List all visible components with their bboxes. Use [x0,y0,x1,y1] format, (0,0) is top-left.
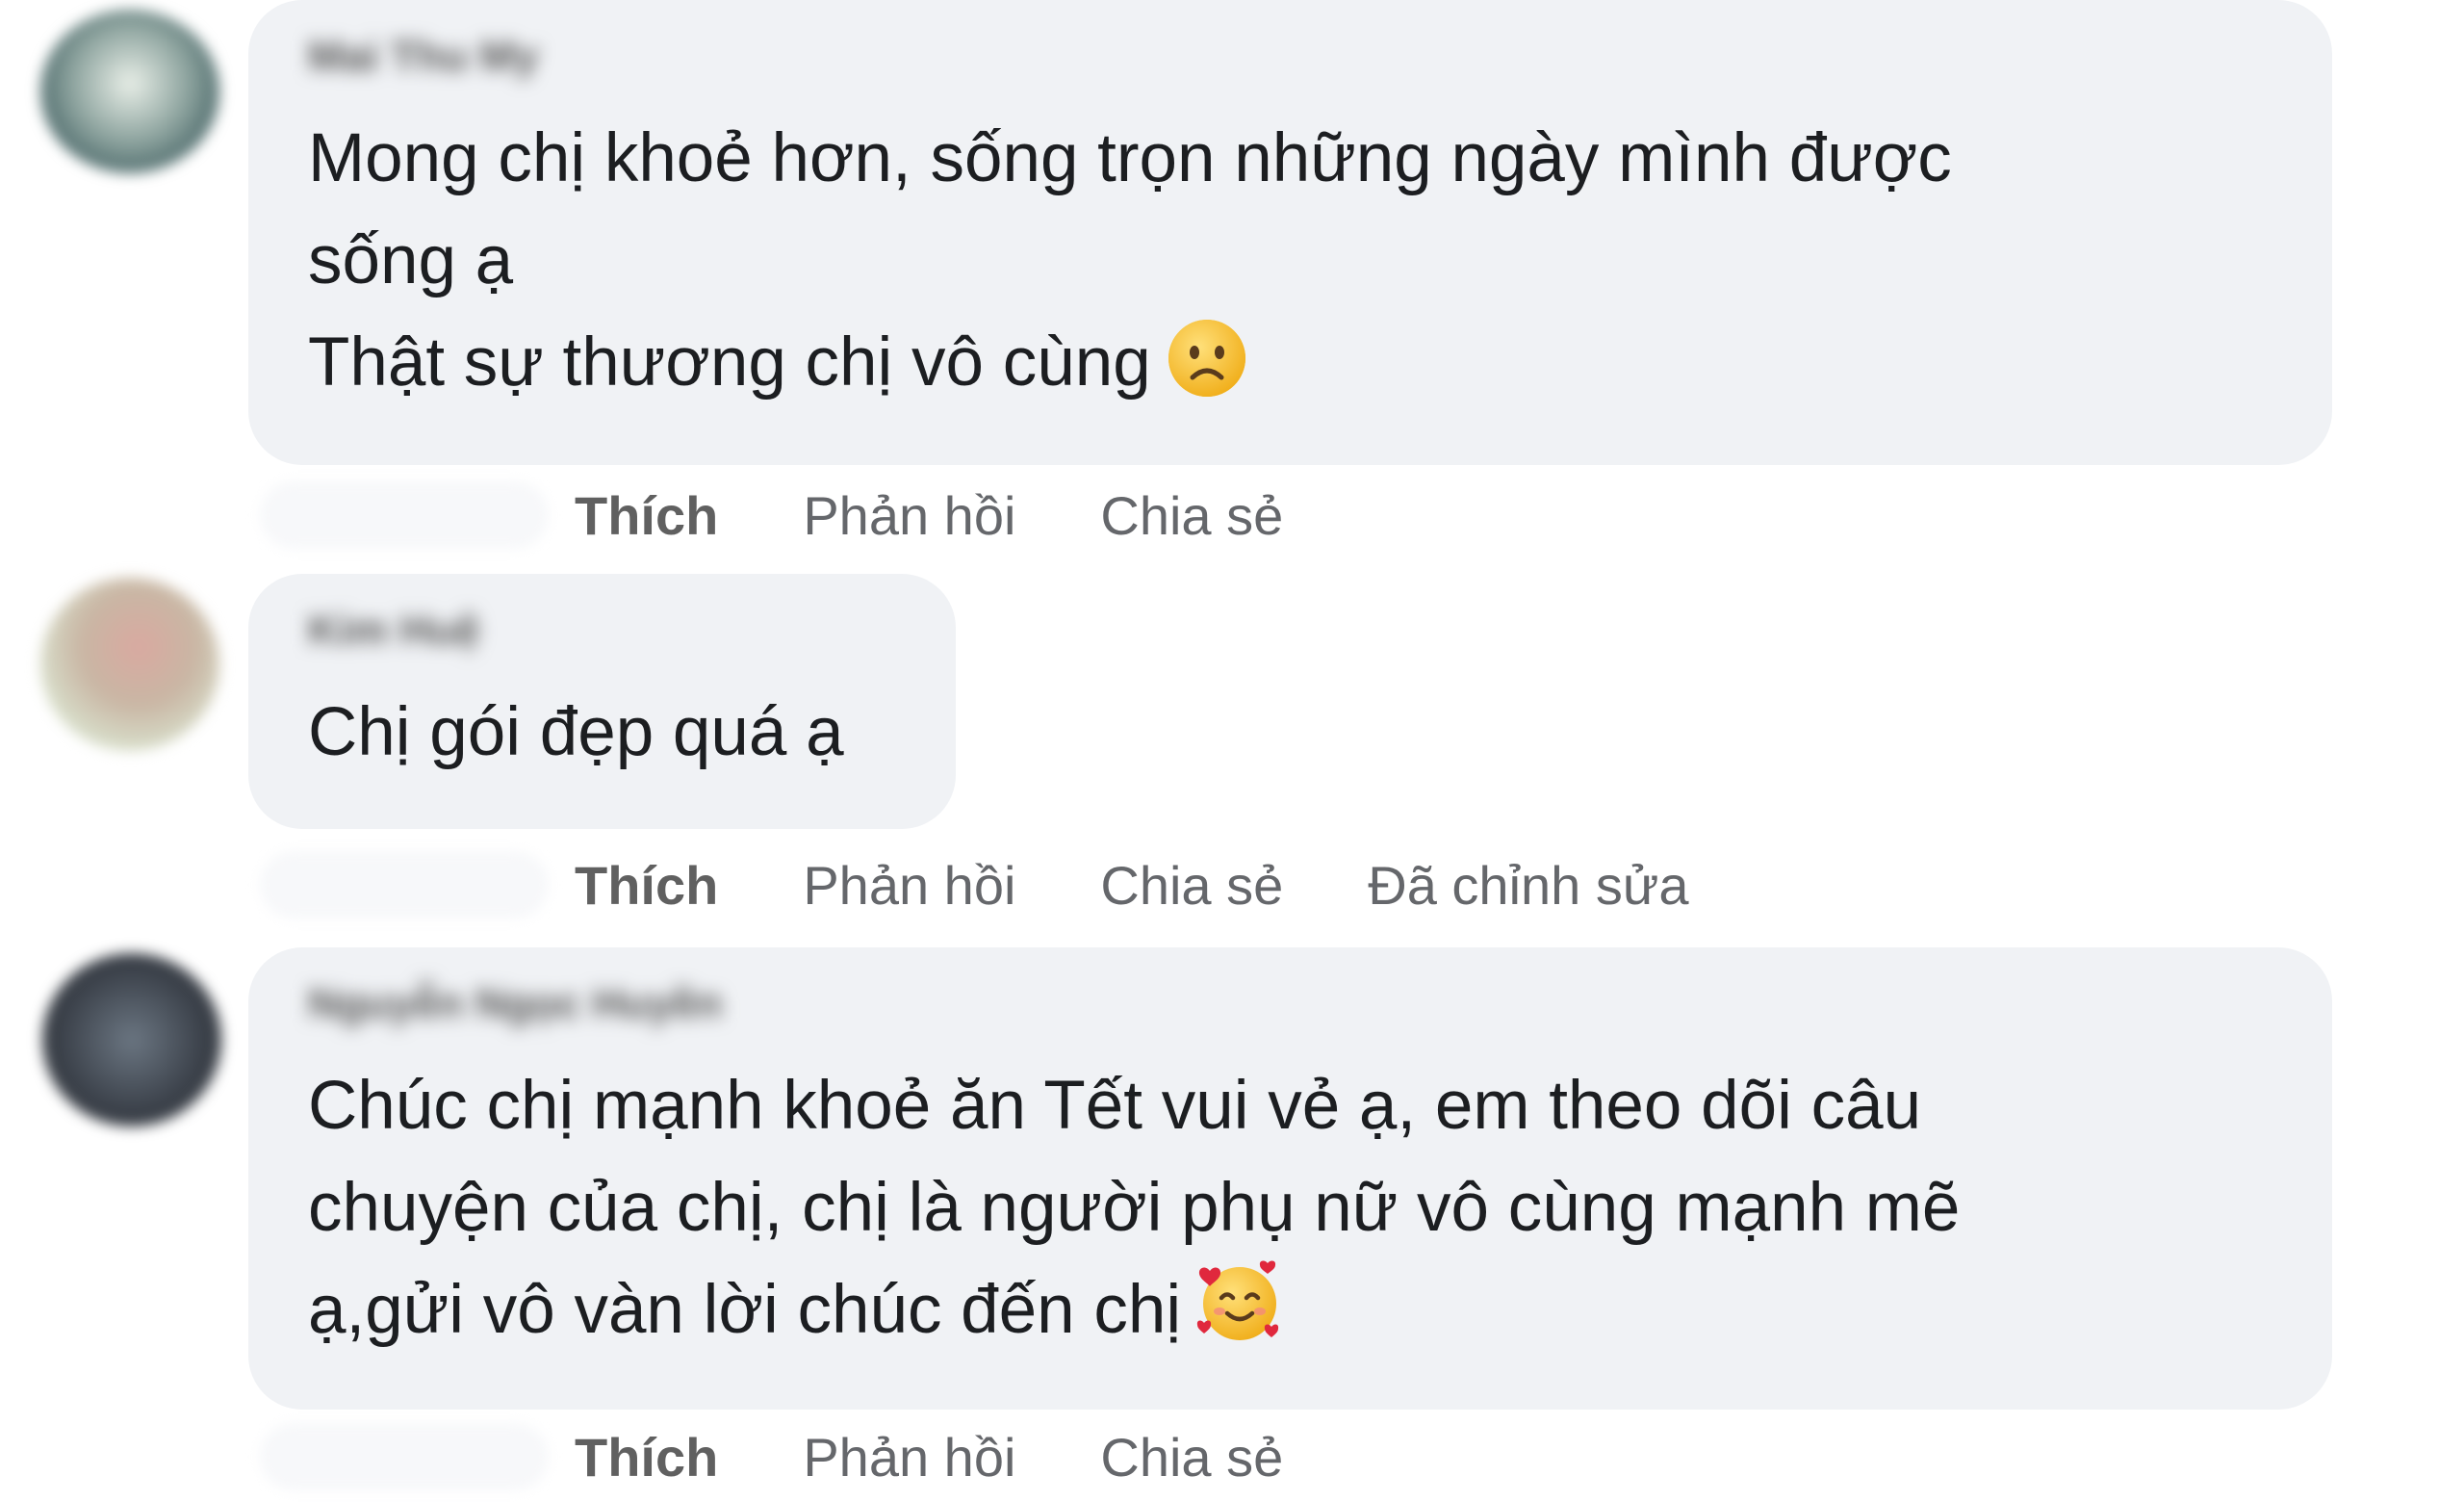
comment-author[interactable]: Nguyễn Ngọc Huyền [308,980,2274,1028]
author-name[interactable]: Nguyễn Ngọc Huyền [308,980,722,1028]
comment-text: Chị gói đẹp quá ạ [308,694,844,770]
reaction-placeholder [260,851,549,919]
avatar[interactable] [40,10,219,173]
edited-label: Đã chỉnh sửa [1368,854,1689,916]
reply-button[interactable]: Phản hồi [803,1426,1015,1489]
comment-bubble: Nguyễn Ngọc Huyền Chúc chị mạnh khoẻ ăn … [248,947,2332,1410]
like-button[interactable]: Thích [575,1426,718,1489]
smiling-face-with-hearts-icon [1196,1259,1283,1375]
reaction-placeholder [260,1423,549,1490]
comment-actions: Thích Phản hồi Chia sẻ [575,1423,1368,1490]
like-button[interactable]: Thích [575,484,718,547]
author-name[interactable]: Kim Huệ [308,607,479,655]
share-button[interactable]: Chia sẻ [1100,854,1283,917]
comment-author[interactable]: Mai Thu My [308,33,2274,81]
avatar[interactable] [40,578,219,751]
comment-actions: Thích Phản hồi Chia sẻ Đã chỉnh sửa [575,851,1774,919]
comment-text: Chúc chị mạnh khoẻ ăn Tết vui vẻ ạ, em t… [308,1055,2274,1375]
reply-button[interactable]: Phản hồi [803,484,1015,547]
share-button[interactable]: Chia sẻ [1100,484,1283,547]
comment-bubble: Kim Huệ Chị gói đẹp quá ạ [248,574,956,829]
reply-button[interactable]: Phản hồi [803,854,1015,917]
comment-text: Mong chị khoẻ hơn, sống trọn những ngày … [308,108,2274,427]
reaction-placeholder [260,481,549,549]
comment-bubble: Mai Thu My Mong chị khoẻ hơn, sống trọn … [248,0,2332,465]
author-name[interactable]: Mai Thu My [308,33,539,81]
sad-face-icon [1167,318,1247,427]
share-button[interactable]: Chia sẻ [1100,1426,1283,1489]
comment-actions: Thích Phản hồi Chia sẻ [575,481,1368,549]
like-button[interactable]: Thích [575,854,718,917]
avatar[interactable] [42,953,221,1126]
comment-author[interactable]: Kim Huệ [308,607,898,655]
